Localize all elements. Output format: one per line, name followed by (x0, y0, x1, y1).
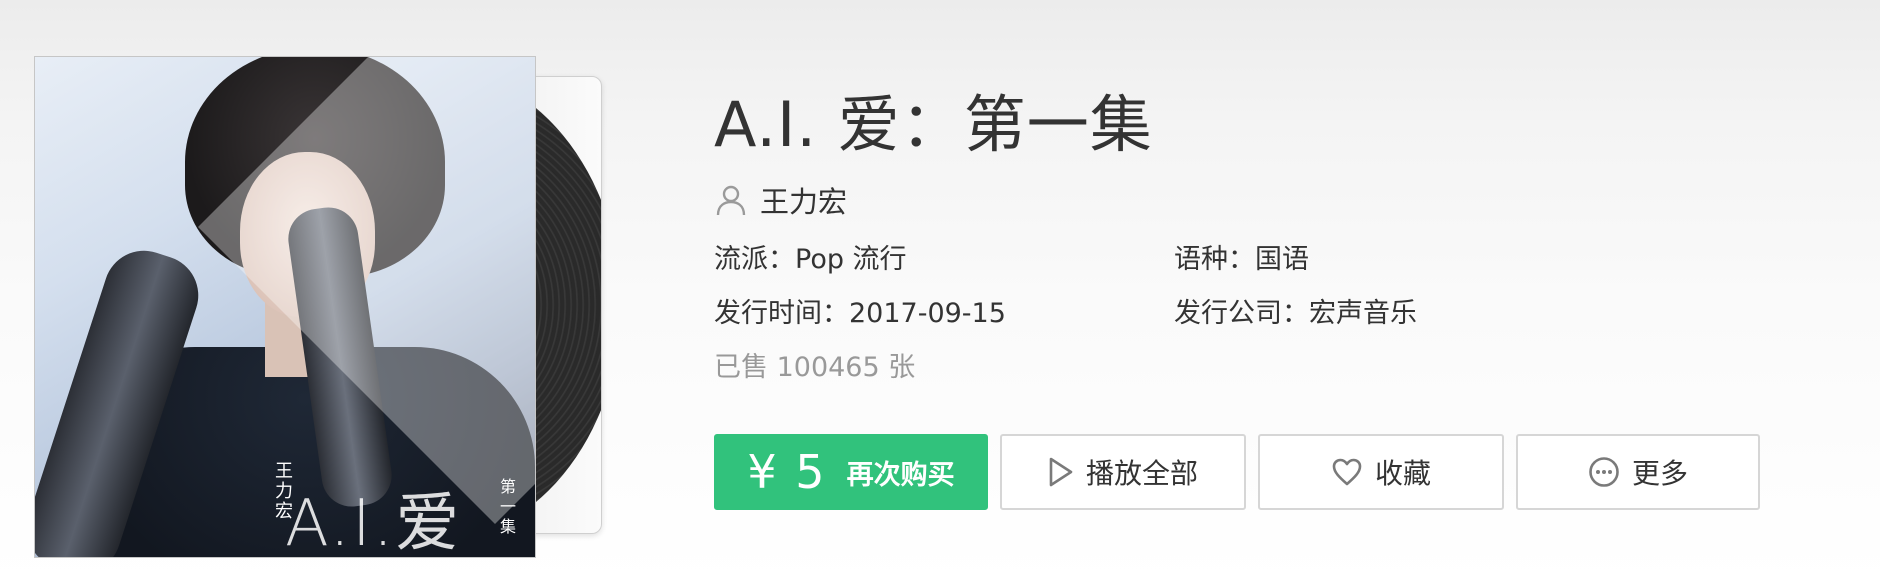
play-all-button[interactable]: 播放全部 (1000, 434, 1246, 510)
heart-icon (1332, 458, 1362, 486)
album-cover-area: 王力宏 A.I.爱 第一集 (34, 56, 614, 558)
favorite-label: 收藏 (1374, 457, 1431, 490)
album-cover-image[interactable]: 王力宏 A.I.爱 第一集 (34, 56, 536, 558)
price-label: ¥ 5 (747, 445, 827, 499)
play-icon (1049, 457, 1073, 487)
genre-text: 流派：Pop 流行 (714, 244, 907, 275)
play-all-label: 播放全部 (1085, 457, 1198, 490)
action-buttons: ¥ 5 再次购买 播放全部 收藏 更多 (714, 434, 1772, 510)
language-text: 语种：国语 (1174, 244, 1309, 275)
buy-again-label: 再次购买 (846, 459, 955, 491)
sold-count: 已售 100465 张 (714, 352, 916, 383)
artist-name-link[interactable]: 王力宏 (760, 179, 847, 221)
album-meta: 流派：Pop 流行 语种：国语 发行时间：2017-09-15 发行公司：宏声音… (714, 244, 1814, 330)
more-button[interactable]: 更多 (1516, 434, 1760, 510)
release-date-text: 发行时间：2017-09-15 (714, 298, 1006, 329)
buy-again-button[interactable]: ¥ 5 再次购买 (714, 434, 988, 510)
company-text: 发行公司：宏声音乐 (1174, 298, 1417, 329)
cover-subtitle-text: 第一集 (500, 477, 517, 536)
cover-title-text: A.I.爱 (285, 487, 462, 558)
album-title: A.I. 爱：第一集 (714, 88, 1153, 161)
favorite-button[interactable]: 收藏 (1258, 434, 1504, 510)
artist-row[interactable]: 王力宏 (714, 178, 1814, 222)
album-info: A.I. 爱：第一集 王力宏 流派：Pop 流行 语种：国语 发行时间：2017… (714, 80, 1814, 384)
more-label: 更多 (1631, 457, 1688, 490)
person-icon (716, 185, 746, 216)
more-icon (1589, 457, 1619, 487)
